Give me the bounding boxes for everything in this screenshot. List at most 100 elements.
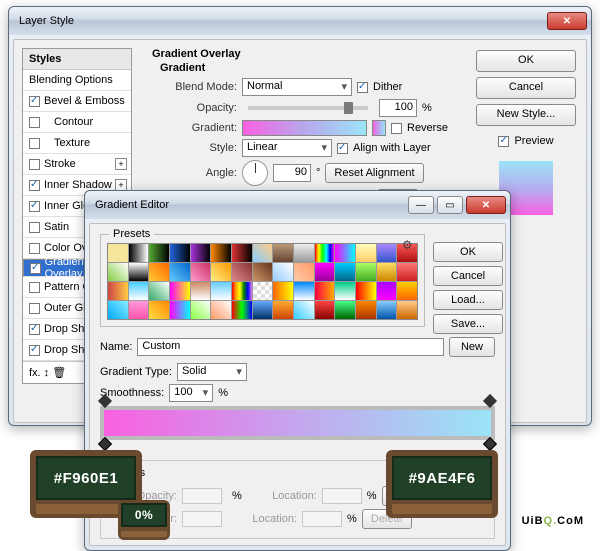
blending-options-row[interactable]: Blending Options: [23, 70, 131, 91]
preset-swatch[interactable]: [211, 244, 231, 262]
dither-checkbox[interactable]: [357, 82, 368, 93]
style-row-texture[interactable]: Texture: [23, 133, 131, 154]
gradient-bar[interactable]: [100, 406, 495, 440]
save-button[interactable]: Save...: [433, 314, 503, 334]
style-select[interactable]: Linear: [242, 139, 332, 157]
preset-swatch[interactable]: [377, 263, 397, 281]
style-checkbox[interactable]: [29, 96, 40, 107]
preset-swatch[interactable]: [253, 263, 273, 281]
preset-swatch[interactable]: [315, 263, 335, 281]
preset-swatch[interactable]: [335, 301, 355, 319]
align-checkbox[interactable]: [337, 143, 348, 154]
preset-swatch[interactable]: [335, 263, 355, 281]
preset-swatch[interactable]: [294, 282, 314, 300]
close-icon[interactable]: ✕: [466, 196, 506, 214]
preset-swatch[interactable]: [170, 244, 190, 262]
style-checkbox[interactable]: [29, 180, 40, 191]
gradient-editor-titlebar[interactable]: Gradient Editor — ▭ ✕: [85, 191, 510, 219]
reverse-checkbox[interactable]: [391, 123, 402, 134]
gear-icon[interactable]: ⚙.: [402, 238, 416, 252]
layer-style-titlebar[interactable]: Layer Style ✕: [9, 7, 591, 35]
preset-swatch[interactable]: [273, 301, 293, 319]
style-checkbox[interactable]: [29, 345, 40, 356]
preset-swatch[interactable]: [397, 282, 417, 300]
preset-swatch[interactable]: [294, 263, 314, 281]
preset-swatch[interactable]: [273, 244, 293, 262]
blendmode-select[interactable]: Normal: [242, 78, 352, 96]
preset-swatch[interactable]: [149, 282, 169, 300]
preset-swatch[interactable]: [149, 244, 169, 262]
preset-swatch[interactable]: [149, 263, 169, 281]
preset-swatch[interactable]: [377, 244, 397, 262]
gradient-picker[interactable]: [242, 120, 367, 136]
opacity-slider[interactable]: [248, 106, 368, 110]
preset-swatch[interactable]: [191, 263, 211, 281]
new-button[interactable]: New: [449, 337, 495, 357]
preset-swatch[interactable]: [253, 282, 273, 300]
preset-swatch[interactable]: [253, 244, 273, 262]
preset-swatch[interactable]: [315, 301, 335, 319]
preset-swatch[interactable]: [108, 301, 128, 319]
preset-swatch[interactable]: [356, 244, 376, 262]
style-checkbox[interactable]: [29, 117, 40, 128]
preset-swatch[interactable]: [273, 282, 293, 300]
preset-swatch[interactable]: [232, 282, 252, 300]
style-checkbox[interactable]: [29, 159, 40, 170]
preset-swatch[interactable]: [129, 301, 149, 319]
style-checkbox[interactable]: [29, 282, 40, 293]
maximize-icon[interactable]: ▭: [437, 196, 463, 214]
style-checkbox[interactable]: [29, 138, 40, 149]
cancel-button[interactable]: Cancel: [476, 77, 576, 99]
preset-swatch[interactable]: [232, 301, 252, 319]
style-checkbox[interactable]: [29, 222, 40, 233]
preset-swatch[interactable]: [294, 301, 314, 319]
preset-swatch[interactable]: [108, 282, 128, 300]
preset-swatch[interactable]: [356, 282, 376, 300]
reset-alignment-button[interactable]: Reset Alignment: [325, 163, 423, 183]
minimize-icon[interactable]: —: [408, 196, 434, 214]
preset-swatch[interactable]: [191, 301, 211, 319]
name-input[interactable]: Custom: [137, 338, 444, 356]
close-icon[interactable]: ✕: [547, 12, 587, 30]
preset-swatch[interactable]: [108, 263, 128, 281]
angle-input[interactable]: 90: [273, 164, 311, 182]
style-row-stroke[interactable]: Stroke+: [23, 154, 131, 175]
editor-ok-button[interactable]: OK: [433, 242, 503, 262]
opacity-input[interactable]: 100: [379, 99, 417, 117]
style-checkbox[interactable]: [29, 201, 40, 212]
style-checkbox[interactable]: [29, 303, 40, 314]
preset-swatch[interactable]: [232, 263, 252, 281]
preset-swatch[interactable]: [232, 244, 252, 262]
preset-swatch[interactable]: [356, 263, 376, 281]
styles-header[interactable]: Styles: [23, 49, 131, 70]
preset-swatch[interactable]: [211, 282, 231, 300]
ok-button[interactable]: OK: [476, 50, 576, 72]
smoothness-input[interactable]: 100: [169, 384, 213, 402]
style-checkbox[interactable]: [29, 324, 40, 335]
load-button[interactable]: Load...: [433, 290, 503, 310]
preset-swatch[interactable]: [273, 263, 293, 281]
style-row-contour[interactable]: Contour: [23, 112, 131, 133]
gradient-type-select[interactable]: Solid: [177, 363, 247, 381]
preset-swatch[interactable]: [377, 282, 397, 300]
style-checkbox[interactable]: [30, 263, 41, 274]
preset-swatch[interactable]: [170, 263, 190, 281]
preview-checkbox[interactable]: [498, 136, 509, 147]
preset-swatch[interactable]: [129, 282, 149, 300]
preset-swatch[interactable]: [129, 244, 149, 262]
preset-swatch[interactable]: [377, 301, 397, 319]
preset-swatch[interactable]: [170, 301, 190, 319]
preset-swatch[interactable]: [294, 244, 314, 262]
new-style-button[interactable]: New Style...: [476, 104, 576, 126]
preset-swatch[interactable]: [211, 301, 231, 319]
angle-dial[interactable]: [242, 160, 268, 186]
preset-swatch[interactable]: [191, 244, 211, 262]
preset-swatch[interactable]: [397, 263, 417, 281]
preset-swatch[interactable]: [108, 244, 128, 262]
gradient-dropdown-icon[interactable]: [372, 120, 386, 136]
preset-swatch[interactable]: [315, 282, 335, 300]
preset-swatch[interactable]: [335, 244, 355, 262]
preset-swatch[interactable]: [397, 301, 417, 319]
preset-swatch[interactable]: [253, 301, 273, 319]
preset-swatch[interactable]: [335, 282, 355, 300]
